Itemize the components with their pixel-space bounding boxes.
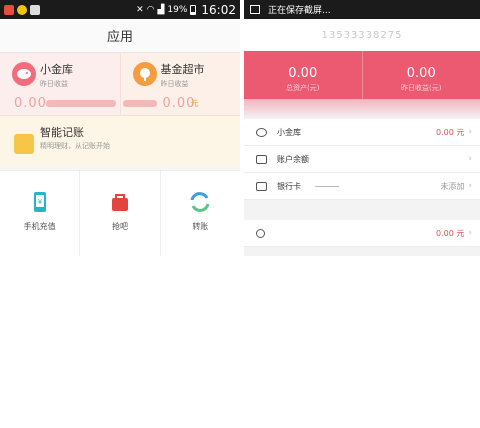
fund-tree-icon (132, 62, 157, 86)
tool-label: 手机充值 (23, 222, 56, 231)
card-unit: 元 (190, 99, 200, 108)
redacted-area (46, 100, 116, 107)
battery-icon (190, 4, 197, 15)
card-value: 0.00 (14, 96, 47, 111)
status-text: 正在保存截屏... (268, 6, 331, 16)
battery-percent: 19% (167, 4, 188, 15)
wallet-icon (256, 154, 267, 164)
document-icon (30, 4, 40, 15)
card-subtitle: 昨日收益 (160, 80, 189, 88)
section-gap (244, 200, 480, 220)
tool-qiangba[interactable]: 抢吧 (80, 171, 161, 256)
redacted-area (122, 100, 157, 107)
notification-icon (4, 4, 14, 15)
chevron-right-icon: › (468, 154, 472, 164)
row-label: 小金库 (277, 127, 301, 137)
chevron-right-icon: › (468, 228, 472, 238)
signal-icon: ▟ (157, 4, 165, 15)
divider (315, 185, 339, 187)
total-assets-value: 0.00 (288, 66, 318, 81)
left-phone-screen: ✕ ◠ ▟ 19% 16:02 应用 小金库 昨日收益 0.00 基金超市 昨日… (0, 0, 240, 256)
product-cards: 小金库 昨日收益 0.00 基金超市 昨日收益 0.00 元 (0, 53, 240, 115)
notebook-icon (14, 134, 34, 154)
card-subtitle: 昨日收益 (40, 80, 68, 88)
tool-phone-recharge[interactable]: ¥ 手机充值 (0, 171, 81, 256)
total-assets-label: 总资产(元) (286, 84, 320, 92)
status-bar: 正在保存截屏... (244, 0, 480, 19)
ledger-subtitle: 精明理财，从记账开始 (40, 142, 110, 150)
hero-shadow (244, 99, 480, 119)
account-phone-number: 13533338275 (244, 19, 480, 51)
list-item-bank-card[interactable]: 银行卡 未添加 › (244, 173, 480, 200)
vault-icon (256, 127, 267, 137)
ledger-title: 智能记账 (40, 126, 84, 139)
chevron-right-icon: › (468, 127, 472, 137)
list-item-xiaojinku[interactable]: 小金库 0.00 元 › (244, 119, 480, 146)
smart-ledger-banner[interactable]: 智能记账 精明理财，从记账开始 (0, 115, 240, 167)
list-item-fund[interactable]: 0.00 元 › (244, 220, 480, 247)
card-fund-market[interactable]: 基金超市 昨日收益 0.00 元 (119, 53, 240, 115)
page-title: 应用 (0, 19, 240, 53)
yesterday-earnings-label: 昨日收益(元) (401, 84, 442, 92)
mute-icon: ✕ (136, 4, 144, 15)
tool-transfer[interactable]: 转账 (161, 171, 240, 256)
transfer-icon (190, 192, 210, 212)
row-value: 0.00 元 (436, 127, 465, 137)
tool-label: 抢吧 (111, 222, 128, 231)
total-assets[interactable]: 0.00 总资产(元) (244, 51, 362, 99)
list-item-balance[interactable]: 账户余额 › (244, 146, 480, 173)
account-list: 小金库 0.00 元 › 账户余额 › 银行卡 未添加 › (244, 119, 480, 200)
notification-icon (17, 4, 27, 15)
svg-text:¥: ¥ (37, 198, 42, 206)
wifi-icon: ◠ (146, 4, 155, 15)
yesterday-earnings-value: 0.00 (406, 66, 436, 81)
card-title: 小金库 (40, 63, 73, 76)
status-bar: ✕ ◠ ▟ 19% 16:02 (0, 0, 240, 19)
tool-grid: ¥ 手机充值 抢吧 转账 (0, 170, 240, 256)
card-xiaojinku[interactable]: 小金库 昨日收益 0.00 (0, 53, 120, 115)
bank-card-icon (256, 181, 267, 191)
fund-icon (256, 228, 265, 238)
piggy-bank-icon (12, 62, 36, 86)
account-list-2: 0.00 元 › (244, 220, 480, 247)
phone-recharge-icon: ¥ (33, 192, 46, 212)
tool-label: 转账 (192, 222, 209, 231)
card-title: 基金超市 (160, 63, 205, 76)
row-label: 账户余额 (277, 154, 309, 164)
yesterday-earnings[interactable]: 0.00 昨日收益(元) (361, 51, 480, 99)
row-value: 未添加 (440, 181, 465, 191)
screenshot-icon (250, 5, 260, 14)
right-phone-screen: 正在保存截屏... 13533338275 0.00 总资产(元) 0.00 昨… (244, 0, 480, 256)
shopping-bag-icon (111, 194, 128, 211)
clock: 16:02 (201, 2, 236, 17)
chevron-right-icon: › (468, 181, 472, 191)
row-label: 银行卡 (277, 181, 301, 191)
asset-summary: 0.00 总资产(元) 0.00 昨日收益(元) (244, 51, 480, 99)
row-value: 0.00 元 (436, 228, 465, 238)
